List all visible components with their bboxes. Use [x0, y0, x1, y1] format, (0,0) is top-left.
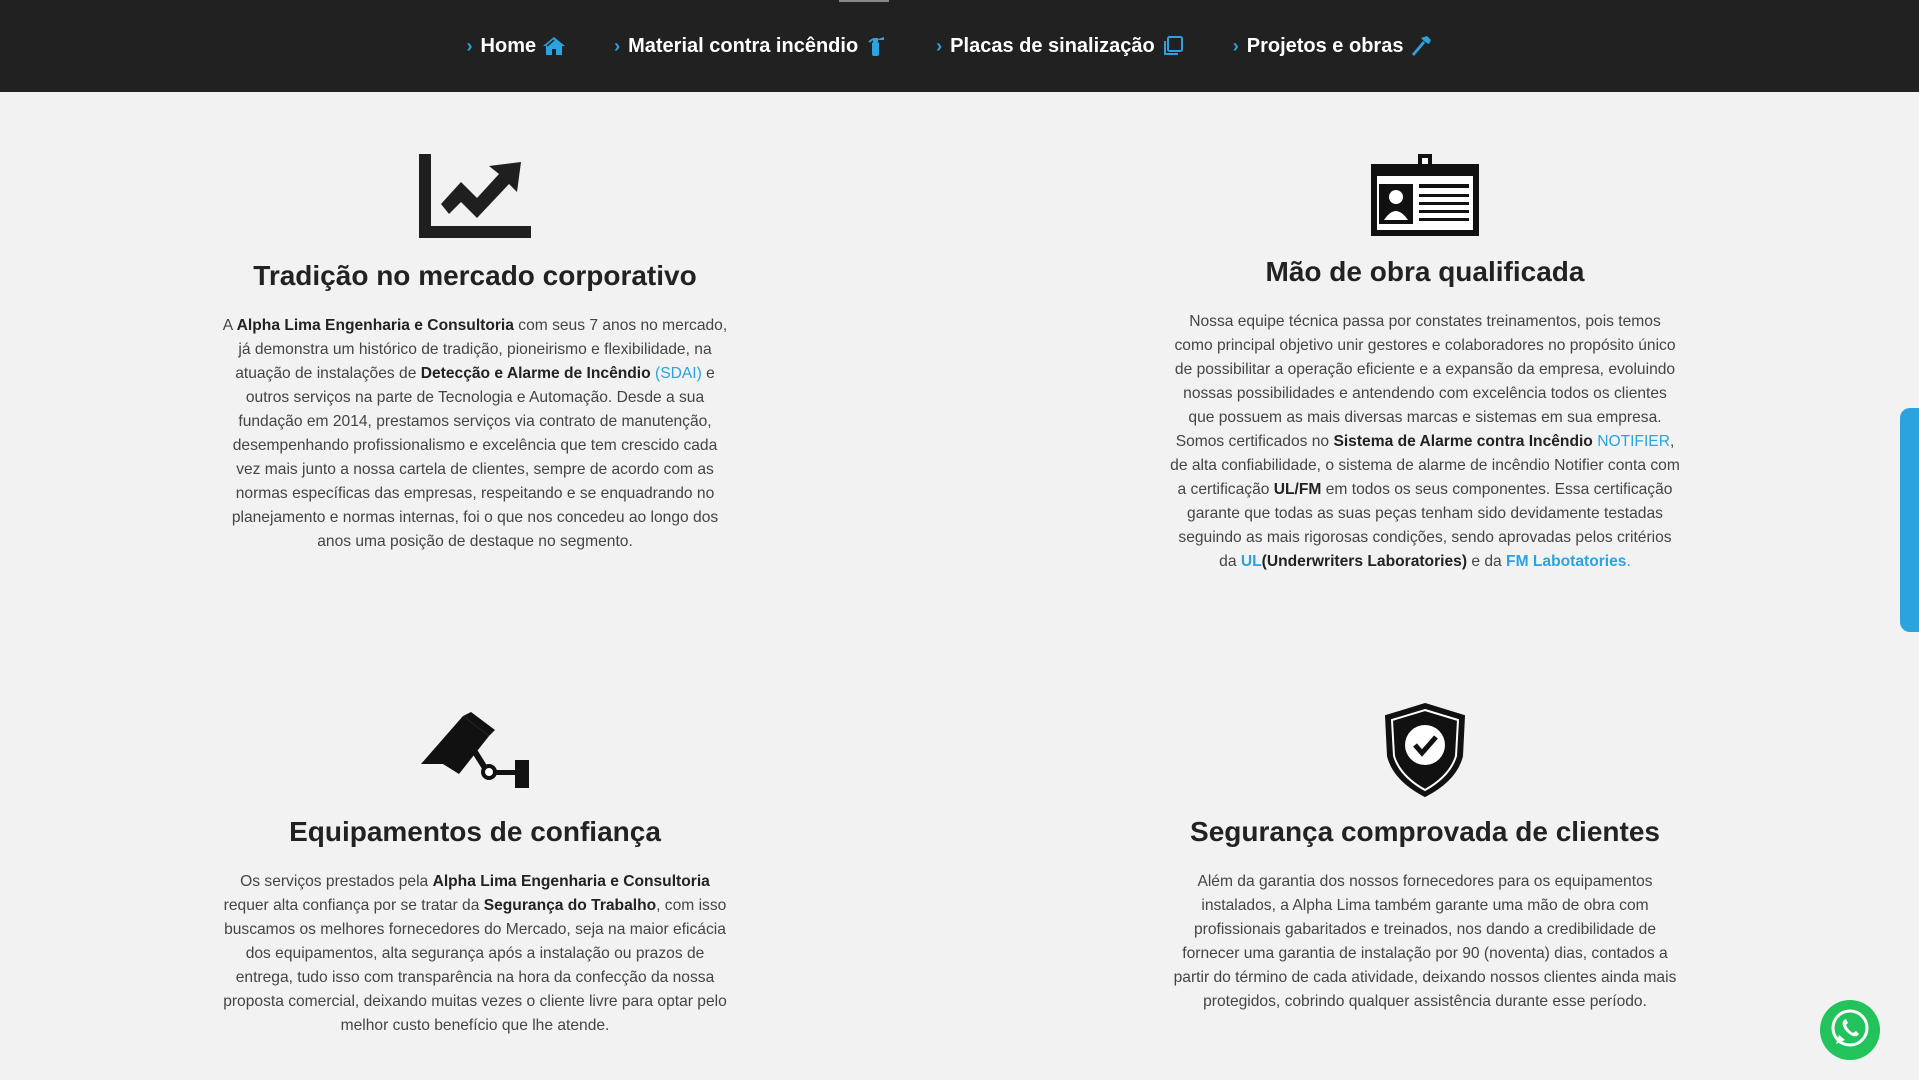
system-name: Sistema de Alarme contra Incêndio [1333, 433, 1593, 450]
text: , com isso buscamos os melhores forneced… [223, 897, 727, 1034]
text: Nossa equipe técnica passa por constates… [1174, 313, 1676, 450]
text: e da [1467, 553, 1507, 570]
whatsapp-button[interactable] [1820, 1000, 1880, 1060]
fire-extinguisher-icon [864, 34, 888, 58]
feature-title: Segurança comprovada de clientes [1190, 816, 1660, 847]
feature-description: Nossa equipe técnica passa por constates… [1170, 310, 1680, 574]
ul-link[interactable]: UL [1241, 553, 1262, 570]
features-section: Tradição no mercado corporativo A Alpha … [0, 92, 1900, 1080]
nav-item-home[interactable]: › Home [467, 34, 567, 58]
text: . [1626, 553, 1631, 570]
certification-name: UL/FM [1273, 481, 1322, 498]
nav-item-label: Material contra incêndio [628, 34, 859, 57]
chart-line-icon [220, 152, 730, 240]
security-camera-icon [220, 710, 730, 792]
company-name: Alpha Lima Engenharia e Consultoria [236, 317, 514, 334]
feature-title: Equipamentos de confiança [289, 816, 661, 847]
id-card-icon [1170, 150, 1680, 238]
sdai-link[interactable]: (SDAI) [655, 365, 702, 382]
text: A [222, 317, 237, 334]
feature-title: Tradição no mercado corporativo [253, 260, 697, 291]
home-icon [542, 34, 566, 58]
notifier-link[interactable]: NOTIFIER [1597, 433, 1670, 450]
fm-link[interactable]: FM Labotatories [1506, 553, 1626, 570]
top-navigation-bar: › Home › Material contra incêndio › Plac… [0, 0, 1919, 92]
feature-tradicao: Tradição no mercado corporativo A Alpha … [220, 152, 730, 554]
feature-seguranca: Segurança comprovada de clientes Além da… [1170, 702, 1680, 1014]
underwriters-name: (Underwriters Laboratories) [1261, 553, 1468, 570]
feature-mao-de-obra: Mão de obra qualificada Nossa equipe téc… [1170, 150, 1680, 574]
hammer-icon [1409, 34, 1433, 58]
text: requer alta confiança por se tratar da [223, 897, 484, 914]
feature-description: A Alpha Lima Engenharia e Consultoria co… [220, 314, 730, 554]
feature-description: Além da garantia dos nossos fornecedores… [1170, 870, 1680, 1014]
nav-item-label: Home [480, 34, 537, 57]
main-nav: › Home › Material contra incêndio › Plac… [0, 0, 1900, 92]
chevron-right-icon: › [614, 35, 621, 56]
nav-item-label: Projetos e obras [1246, 34, 1404, 57]
company-name: Alpha Lima Engenharia e Consultoria [432, 873, 710, 890]
service-name: Detecção e Alarme de Incêndio [420, 365, 651, 382]
safety-term: Segurança do Trabalho [483, 897, 657, 914]
nav-item-placas-de-sinalizacao[interactable]: › Placas de sinalização [936, 34, 1185, 58]
scrollbar-thumb[interactable] [1900, 408, 1919, 632]
nav-item-projetos-e-obras[interactable]: › Projetos e obras [1233, 34, 1434, 58]
text: Os serviços prestados pela [240, 873, 433, 890]
text: e outros serviços na parte de Tecnologia… [231, 365, 719, 550]
feature-description: Os serviços prestados pela Alpha Lima En… [220, 870, 730, 1038]
text: Além da garantia dos nossos fornecedores… [1173, 873, 1677, 1010]
copy-icon [1161, 34, 1185, 58]
feature-title: Mão de obra qualificada [1265, 256, 1585, 287]
chevron-right-icon: › [1232, 35, 1239, 56]
whatsapp-icon [1828, 1006, 1872, 1055]
chevron-right-icon: › [466, 35, 473, 56]
chevron-right-icon: › [936, 35, 943, 56]
nav-item-material-contra-incendio[interactable]: › Material contra incêndio [614, 34, 888, 58]
feature-equipamentos: Equipamentos de confiança Os serviços pr… [220, 710, 730, 1038]
shield-check-icon [1170, 702, 1680, 798]
nav-item-label: Placas de sinalização [950, 34, 1155, 57]
